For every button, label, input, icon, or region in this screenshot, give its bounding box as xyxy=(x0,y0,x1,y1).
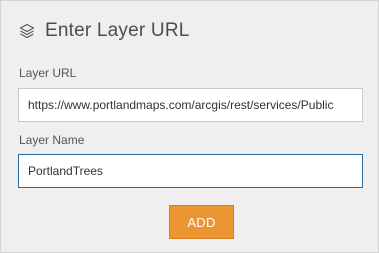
enter-layer-url-panel: Enter Layer URL Layer URL Layer Name ADD xyxy=(0,0,379,253)
layers-icon xyxy=(18,22,36,40)
layer-name-input[interactable] xyxy=(18,154,363,188)
layer-name-label: Layer Name xyxy=(19,133,85,147)
layer-url-input[interactable] xyxy=(18,88,363,122)
add-button[interactable]: ADD xyxy=(169,205,234,239)
panel-header: Enter Layer URL xyxy=(18,18,190,44)
layer-url-label: Layer URL xyxy=(19,66,77,80)
panel-title: Enter Layer URL xyxy=(45,20,190,41)
